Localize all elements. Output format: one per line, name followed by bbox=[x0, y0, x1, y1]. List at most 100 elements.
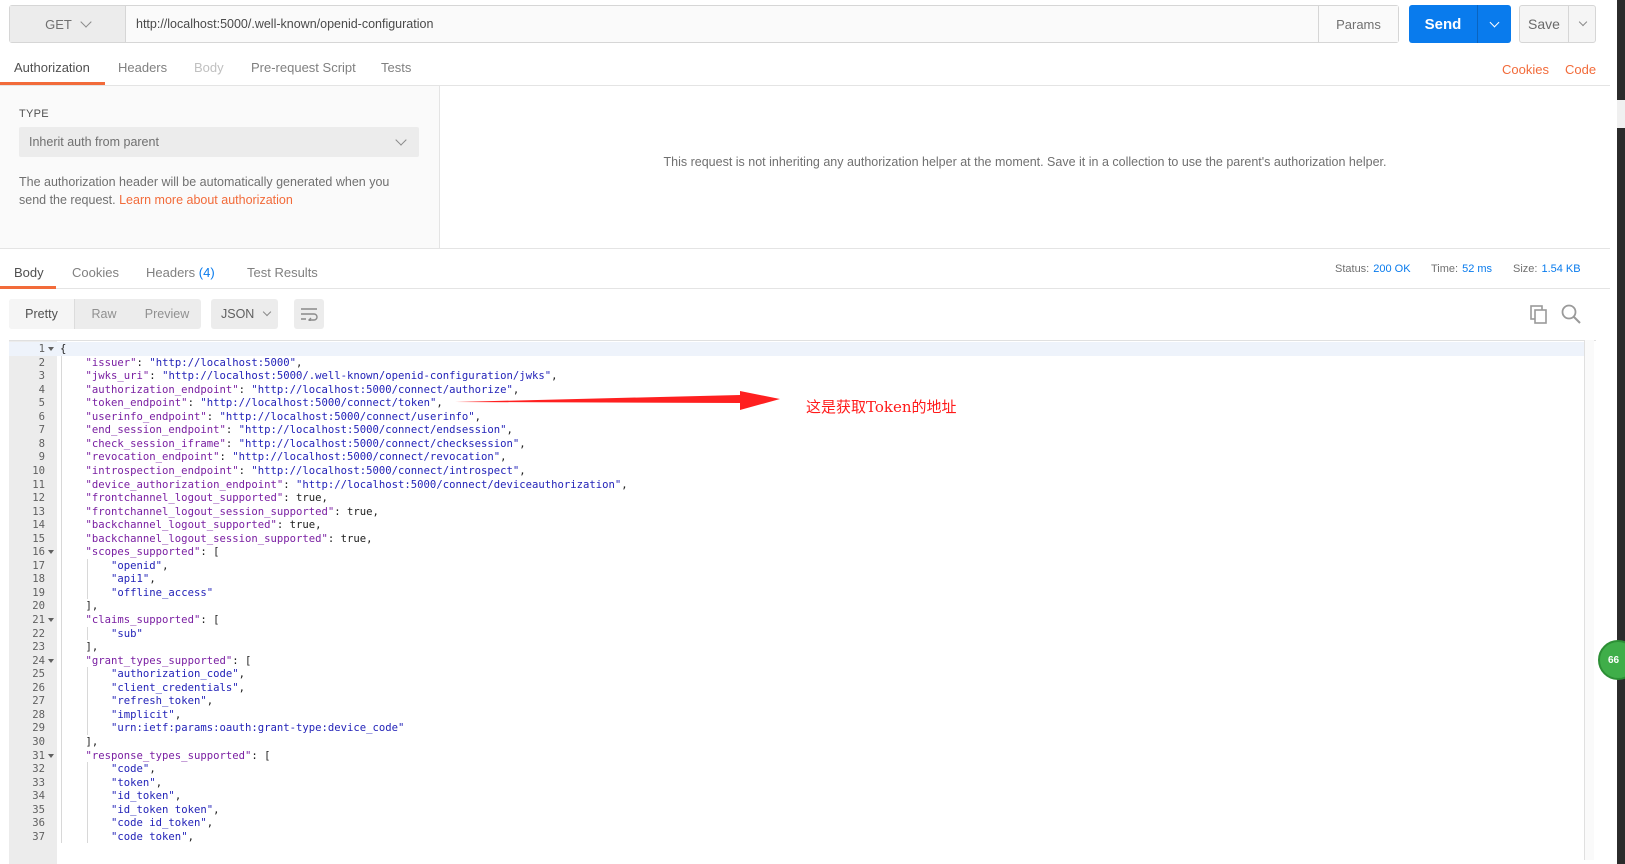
save-button[interactable]: Save bbox=[1520, 6, 1568, 42]
send-options-button[interactable] bbox=[1477, 5, 1511, 43]
size-info: Size: 1.54 KB bbox=[1513, 263, 1581, 275]
format-select[interactable]: JSON bbox=[211, 299, 278, 329]
code-link[interactable]: Code bbox=[1565, 62, 1596, 77]
fold-toggle-icon[interactable] bbox=[48, 618, 54, 622]
url-input[interactable]: http://localhost:5000/.well-known/openid… bbox=[136, 17, 433, 31]
code-text: "response_types_supported": [ bbox=[85, 749, 271, 762]
code-text: "api1", bbox=[111, 573, 156, 586]
params-button[interactable]: Params bbox=[1318, 6, 1398, 42]
save-options-button[interactable] bbox=[1568, 6, 1596, 42]
code-line: 13 "frontchannel_logout_session_supporte… bbox=[9, 505, 1589, 519]
annotation-text: 这是获取Token的地址 bbox=[806, 398, 957, 416]
code-text: "userinfo_endpoint": "http://localhost:5… bbox=[85, 410, 481, 423]
code-line: 26 "client_credentials", bbox=[9, 681, 1589, 695]
chevron-down-icon bbox=[80, 15, 92, 28]
annotation-arrow bbox=[455, 391, 780, 410]
line-number: 36 bbox=[32, 817, 45, 830]
fold-toggle-icon[interactable] bbox=[48, 550, 54, 555]
request-tabs: Authorization Headers Body Pre-request S… bbox=[0, 50, 1610, 86]
line-number: 35 bbox=[32, 803, 45, 816]
code-line: 1{ bbox=[9, 342, 1589, 356]
indent-guide bbox=[87, 626, 88, 641]
code-line: 7 "end_session_endpoint": "http://localh… bbox=[9, 423, 1589, 437]
code-text: "token", bbox=[111, 776, 163, 789]
code-line: 10 "introspection_endpoint": "http://loc… bbox=[9, 464, 1589, 478]
tab-pre-request-script[interactable]: Pre-request Script bbox=[251, 60, 356, 75]
fold-toggle-icon[interactable] bbox=[48, 753, 54, 758]
tab-response-cookies[interactable]: Cookies bbox=[72, 265, 119, 280]
tab-body[interactable]: Body bbox=[194, 60, 224, 75]
line-number: 20 bbox=[32, 600, 45, 613]
line-number: 1 bbox=[38, 343, 45, 355]
code-line: 3 "jwks_uri": "http://localhost:5000/.we… bbox=[9, 369, 1589, 383]
code-text: "token_endpoint": "http://localhost:5000… bbox=[85, 397, 443, 410]
tab-headers[interactable]: Headers bbox=[118, 60, 167, 75]
indent-guide bbox=[61, 355, 62, 844]
code-text: "code", bbox=[111, 763, 156, 776]
notification-badge[interactable]: 66 bbox=[1598, 640, 1625, 680]
response-body-editor[interactable]: 1{2 "issuer": "http://localhost:5000", 3 … bbox=[9, 340, 1596, 864]
editor-scrollbar[interactable] bbox=[1584, 340, 1594, 860]
code-text: "introspection_endpoint": "http://localh… bbox=[85, 464, 526, 477]
line-number: 34 bbox=[32, 790, 45, 803]
copy-icon[interactable] bbox=[1528, 303, 1550, 325]
code-text: "code id_token", bbox=[111, 817, 214, 830]
code-line: 19 "offline_access" bbox=[9, 586, 1589, 600]
line-number: 14 bbox=[32, 519, 45, 532]
chevron-down-icon bbox=[1578, 17, 1587, 27]
cookies-link[interactable]: Cookies bbox=[1502, 62, 1549, 77]
code-text: "grant_types_supported": [ bbox=[85, 654, 252, 667]
line-number: 19 bbox=[32, 586, 45, 599]
wrap-lines-button[interactable] bbox=[294, 299, 324, 329]
code-text: "issuer": "http://localhost:5000", bbox=[85, 356, 303, 369]
search-icon[interactable] bbox=[1560, 303, 1582, 325]
code-line: 2 "issuer": "http://localhost:5000", bbox=[9, 356, 1589, 370]
code-line: 29 "urn:ietf:params:oauth:grant-type:dev… bbox=[9, 721, 1589, 735]
view-pretty-button[interactable]: Pretty bbox=[9, 299, 75, 329]
code-line: 31 "response_types_supported": [ bbox=[9, 749, 1589, 763]
code-line: 32 "code", bbox=[9, 762, 1589, 776]
code-text: "refresh_token", bbox=[111, 695, 214, 708]
chevron-down-icon bbox=[1489, 17, 1500, 27]
method-select[interactable]: GET bbox=[10, 6, 126, 42]
code-text: ], bbox=[60, 735, 99, 748]
view-raw-button[interactable]: Raw bbox=[75, 299, 133, 329]
status-value[interactable]: 200 OK bbox=[1373, 263, 1410, 275]
code-line: 9 "revocation_endpoint": "http://localho… bbox=[9, 450, 1589, 464]
code-line: 21 "claims_supported": [ bbox=[9, 613, 1589, 627]
line-number: 8 bbox=[38, 437, 45, 450]
active-tab-indicator bbox=[0, 286, 56, 289]
code-text: "backchannel_logout_session_supported": … bbox=[85, 532, 373, 545]
tab-response-body[interactable]: Body bbox=[14, 265, 44, 280]
method-label: GET bbox=[45, 16, 72, 32]
fold-toggle-icon[interactable] bbox=[48, 347, 54, 351]
tab-test-results[interactable]: Test Results bbox=[247, 265, 318, 280]
line-number: 16 bbox=[32, 546, 45, 559]
code-text: "backchannel_logout_supported": true, bbox=[85, 519, 322, 532]
url-bar: GET http://localhost:5000/.well-known/op… bbox=[9, 5, 1399, 43]
tab-tests[interactable]: Tests bbox=[381, 60, 411, 75]
format-label: JSON bbox=[221, 307, 255, 321]
tab-authorization[interactable]: Authorization bbox=[14, 60, 90, 75]
code-text: "jwks_uri": "http://localhost:5000/.well… bbox=[85, 370, 558, 383]
tab-response-headers[interactable]: Headers (4) bbox=[146, 265, 215, 280]
fold-toggle-icon[interactable] bbox=[48, 658, 54, 663]
status-info: Status: 200 OK bbox=[1335, 263, 1411, 275]
send-button[interactable]: Send bbox=[1409, 5, 1477, 43]
code-line: 14 "backchannel_logout_supported": true, bbox=[9, 518, 1589, 532]
learn-more-link[interactable]: Learn more about authorization bbox=[119, 193, 293, 207]
code-text: "revocation_endpoint": "http://localhost… bbox=[85, 451, 507, 464]
auth-type-select[interactable]: Inherit auth from parent bbox=[19, 127, 419, 157]
size-label: Size: bbox=[1513, 263, 1538, 275]
code-line: 30 ], bbox=[9, 735, 1589, 749]
line-number: 21 bbox=[32, 614, 45, 626]
code-line: 16 "scopes_supported": [ bbox=[9, 545, 1589, 559]
size-value[interactable]: 1.54 KB bbox=[1541, 263, 1580, 275]
line-number: 10 bbox=[32, 464, 45, 477]
time-value[interactable]: 52 ms bbox=[1462, 263, 1492, 275]
line-number: 15 bbox=[32, 532, 45, 545]
view-preview-button[interactable]: Preview bbox=[133, 299, 201, 329]
line-number: 18 bbox=[32, 573, 45, 586]
line-number: 31 bbox=[32, 749, 45, 762]
auth-description: The authorization header will be automat… bbox=[19, 173, 419, 209]
